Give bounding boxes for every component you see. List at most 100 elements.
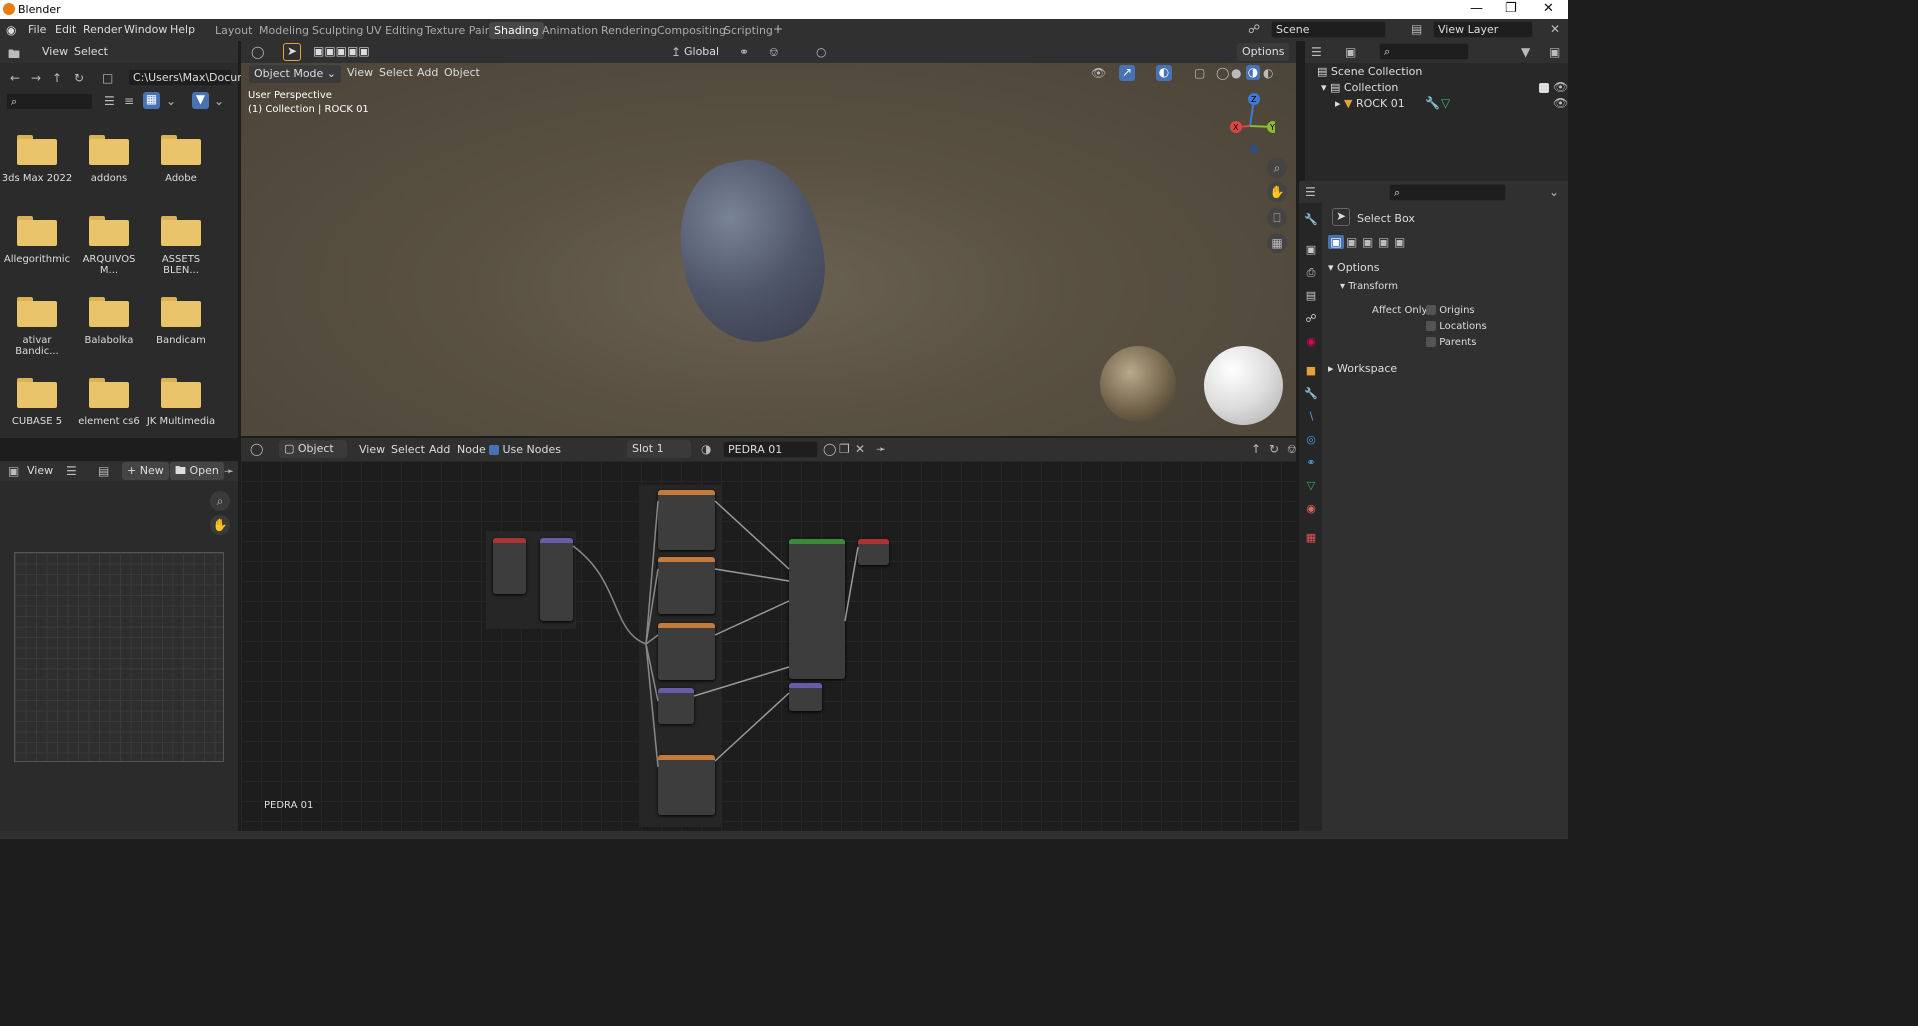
- view-layer-icon[interactable]: ▤: [1411, 22, 1422, 36]
- shading-wireframe-icon[interactable]: ◯: [1216, 66, 1229, 80]
- folder-item[interactable]: Balabolka: [73, 295, 145, 346]
- material-name-field[interactable]: PEDRA 01: [723, 441, 818, 458]
- data-tab-icon[interactable]: ▽: [1304, 479, 1318, 493]
- tab-sculpting[interactable]: Sculpting: [307, 22, 368, 39]
- menu-render[interactable]: Render: [83, 23, 122, 36]
- display-mode-icon[interactable]: ▣: [1345, 45, 1356, 59]
- properties-options-icon[interactable]: ⌄: [1549, 185, 1559, 199]
- folder-item[interactable]: ARQUIVOS M...: [73, 214, 145, 276]
- render-tab-icon[interactable]: ▣: [1304, 243, 1318, 257]
- view-layer-close-icon[interactable]: ✕: [1550, 22, 1560, 36]
- collection-row[interactable]: ▾ ▤ Collection: [1321, 81, 1398, 94]
- pin-icon[interactable]: ➛: [224, 464, 234, 478]
- modifier-tab-icon[interactable]: 🔧: [1304, 387, 1318, 401]
- snap-icon[interactable]: ⎊: [769, 45, 779, 60]
- ie-view-menu[interactable]: View: [27, 464, 53, 477]
- path-field[interactable]: C:\Users\Max\Docume...: [128, 69, 265, 86]
- node-menu-node[interactable]: Node: [457, 443, 486, 456]
- tab-modeling[interactable]: Modeling: [254, 22, 314, 39]
- overlay-toggle-icon[interactable]: ◐: [1156, 65, 1172, 81]
- folder-item[interactable]: Bandicam: [145, 295, 217, 346]
- folder-item[interactable]: ativar Bandic...: [1, 295, 73, 357]
- pan-hand-icon[interactable]: ✋: [210, 515, 230, 535]
- slot-dropdown[interactable]: Slot 1: [627, 440, 691, 458]
- camera-icon[interactable]: ⎕: [1267, 208, 1287, 228]
- select-intersect-icon[interactable]: ▣: [1394, 235, 1405, 249]
- locations-checkbox[interactable]: Locations: [1426, 321, 1487, 332]
- object-row[interactable]: ▸ ▼ ROCK 01: [1335, 97, 1405, 110]
- select-subtract-icon[interactable]: ▣: [1362, 235, 1373, 249]
- tab-uv-editing[interactable]: UV Editing: [361, 22, 428, 39]
- forward-icon[interactable]: →: [31, 71, 41, 85]
- modifier-wrench-icon[interactable]: 🔧: [1425, 96, 1440, 110]
- node-menu-select[interactable]: Select: [391, 443, 425, 456]
- parents-checkbox[interactable]: Parents: [1426, 337, 1476, 348]
- folder-item[interactable]: CUBASE 5: [1, 376, 73, 436]
- image-browse-icon[interactable]: ▤: [98, 464, 109, 478]
- view-layer-field[interactable]: View Layer: [1433, 21, 1533, 38]
- minimize-icon[interactable]: —: [1470, 1, 1483, 16]
- image-editor[interactable]: ⌕ ✋: [0, 481, 238, 831]
- shading-material-icon[interactable]: ◑: [1246, 65, 1260, 80]
- folder-item[interactable]: ASSETS BLEN...: [145, 214, 217, 276]
- scene-icon[interactable]: ☍: [1248, 22, 1260, 36]
- object-tab-icon[interactable]: ■: [1304, 364, 1318, 378]
- material-sphere-icon[interactable]: ◑: [701, 442, 711, 456]
- workspace-panel-toggle[interactable]: ▸ Workspace: [1328, 362, 1397, 375]
- outliner-search[interactable]: ⌕: [1379, 43, 1469, 60]
- tab-shading[interactable]: Shading: [489, 22, 544, 39]
- zoom-icon[interactable]: ⌕: [1267, 158, 1287, 178]
- node-menu-add[interactable]: Add: [429, 443, 450, 456]
- origins-checkbox[interactable]: Origins: [1426, 305, 1475, 316]
- viewport-menu-view[interactable]: View: [347, 66, 373, 79]
- unlink-material-icon[interactable]: ✕: [855, 442, 865, 456]
- shading-solid-icon[interactable]: ●: [1231, 66, 1241, 80]
- folder-item[interactable]: Allegorithmic: [1, 214, 73, 265]
- back-icon[interactable]: ←: [10, 71, 20, 85]
- eye-icon[interactable]: 👁: [1553, 96, 1568, 110]
- add-workspace-icon[interactable]: +: [773, 22, 783, 36]
- collection-checkbox[interactable]: [1539, 83, 1549, 93]
- constraints-tab-icon[interactable]: ⚭: [1304, 456, 1318, 470]
- close-icon[interactable]: ✕: [1543, 1, 1554, 16]
- properties-type-icon[interactable]: ☰: [1305, 185, 1316, 199]
- refresh-icon[interactable]: ↻: [74, 71, 84, 85]
- use-nodes-checkbox[interactable]: Use Nodes: [489, 443, 561, 456]
- new-folder-icon[interactable]: □: [102, 71, 113, 85]
- editor-type-icon[interactable]: ◯: [251, 45, 264, 59]
- options-panel-toggle[interactable]: ▾ Options: [1328, 261, 1379, 274]
- view-layer-tab-icon[interactable]: ▤: [1304, 289, 1318, 303]
- grid-perspective-icon[interactable]: ▦: [1267, 233, 1287, 253]
- new-collection-icon[interactable]: ▣: [1549, 45, 1560, 59]
- search-input[interactable]: ⌕: [6, 93, 93, 110]
- list-vertical-icon[interactable]: ☰: [104, 94, 115, 108]
- blender-menu-icon[interactable]: ◉: [6, 23, 16, 37]
- filter-icon[interactable]: ▼: [1521, 45, 1530, 59]
- select-cursor-icon[interactable]: ➤: [283, 43, 301, 61]
- new-image-button[interactable]: + New: [122, 462, 169, 480]
- fb-menu-select[interactable]: Select: [74, 45, 108, 58]
- shading-rendered-icon[interactable]: ◐: [1263, 66, 1273, 80]
- maximize-icon[interactable]: ❐: [1505, 1, 1517, 16]
- gizmo-toggle-icon[interactable]: ↗: [1119, 65, 1135, 81]
- list-horizontal-icon[interactable]: ≡: [124, 94, 134, 108]
- object-mode-dropdown[interactable]: Object Mode ⌄: [249, 65, 342, 83]
- physics-tab-icon[interactable]: ◎: [1304, 433, 1318, 447]
- menu-edit[interactable]: Edit: [55, 23, 76, 36]
- pivot-icon[interactable]: ⚭: [739, 45, 749, 59]
- visibility-icon[interactable]: 👁: [1091, 66, 1106, 80]
- folder-item[interactable]: addons: [73, 133, 145, 184]
- select-mode-icons[interactable]: ▣▣▣▣▣: [313, 44, 370, 58]
- thumbnails-icon[interactable]: ▦: [143, 92, 160, 109]
- viewport-menu-add[interactable]: Add: [417, 66, 438, 79]
- proportional-icon[interactable]: ○: [816, 45, 826, 59]
- navigation-gizmo[interactable]: Z Y X: [1225, 91, 1275, 153]
- fb-menu-view[interactable]: View: [42, 45, 68, 58]
- output-tab-icon[interactable]: ⎙: [1304, 266, 1318, 280]
- node-menu-view[interactable]: View: [359, 443, 385, 456]
- tab-layout[interactable]: Layout: [210, 22, 257, 39]
- texture-tab-icon[interactable]: ▦: [1304, 531, 1318, 545]
- zoom-icon[interactable]: ⌕: [210, 491, 230, 511]
- select-extend-icon[interactable]: ▣: [1346, 235, 1357, 249]
- fake-user-icon[interactable]: ◯: [823, 442, 836, 456]
